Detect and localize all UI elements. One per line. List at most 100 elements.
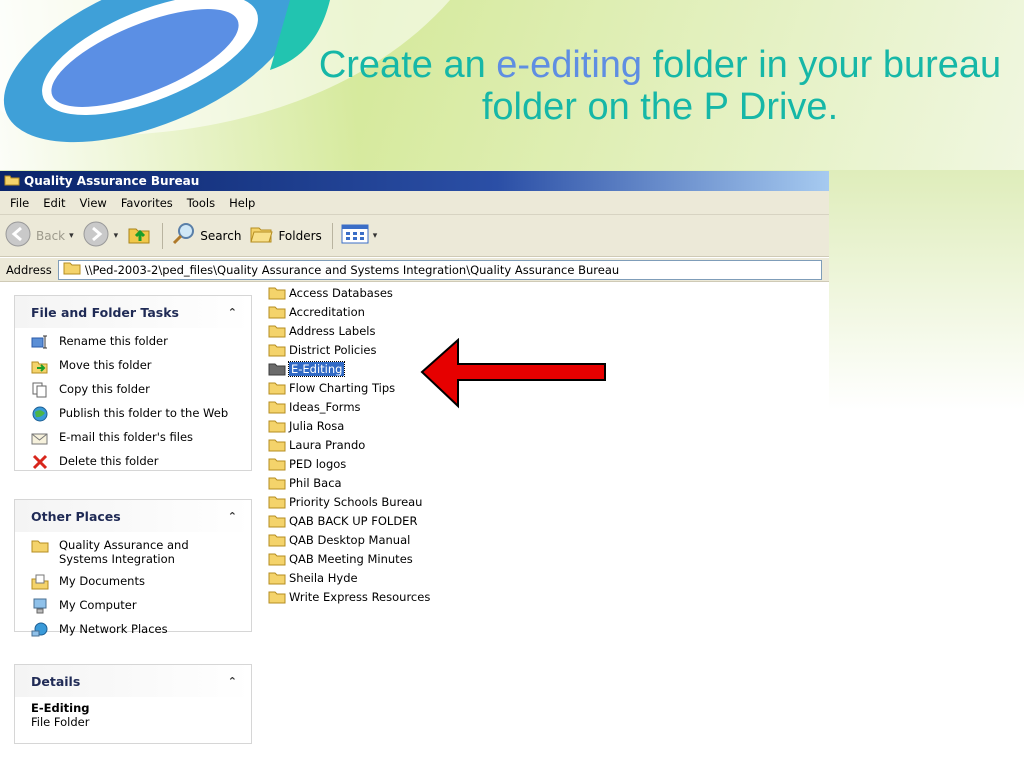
folder-icon [268, 533, 286, 547]
other-places-header[interactable]: Other Places ⌃ [15, 500, 251, 532]
place-my-documents[interactable]: My Documents [31, 574, 241, 590]
folders-button[interactable]: Folders [249, 222, 322, 249]
file-item[interactable]: Flow Charting Tips [268, 378, 395, 397]
file-name: Sheila Hyde [289, 570, 358, 585]
folder-icon [268, 438, 286, 452]
file-item[interactable]: Write Express Resources [268, 587, 430, 606]
file-item[interactable]: E-Editing [268, 359, 346, 378]
file-item[interactable]: QAB BACK UP FOLDER [268, 511, 417, 530]
back-arrow-icon [4, 220, 32, 251]
window-titlebar[interactable]: Quality Assurance Bureau [0, 171, 829, 191]
file-name: Priority Schools Bureau [289, 494, 423, 509]
folder-icon [268, 381, 286, 395]
place-label: My Computer [59, 598, 137, 612]
file-name: QAB Desktop Manual [289, 532, 411, 547]
panel-title: Other Places [31, 508, 121, 524]
task-publish-web[interactable]: Publish this folder to the Web [31, 406, 241, 422]
folder-icon [268, 400, 286, 414]
file-item[interactable]: QAB Meeting Minutes [268, 549, 413, 568]
panel-title: Details [31, 673, 81, 689]
place-my-computer[interactable]: My Computer [31, 598, 241, 614]
search-icon [171, 221, 197, 250]
menu-view[interactable]: View [80, 196, 107, 210]
folder-icon [268, 476, 286, 490]
slide-title-accent: e-editing [496, 44, 643, 86]
file-item[interactable]: Sheila Hyde [268, 568, 358, 587]
folder-icon [268, 419, 286, 433]
back-button[interactable]: Back ▾ [4, 220, 74, 251]
file-item[interactable]: Phil Baca [268, 473, 342, 492]
up-folder-icon [126, 221, 152, 250]
folder-icon [268, 324, 286, 338]
folders-label: Folders [278, 228, 322, 243]
task-label: Copy this folder [59, 382, 150, 396]
place-label: My Documents [59, 574, 145, 588]
views-dropdown-icon[interactable]: ▾ [373, 231, 378, 241]
email-icon [31, 430, 49, 446]
address-bar: Address \\Ped-2003-2\ped_files\Quality A… [0, 258, 829, 282]
menu-help[interactable]: Help [229, 196, 255, 210]
file-name: Ideas_Forms [289, 399, 361, 414]
task-delete-folder[interactable]: Delete this folder [31, 454, 241, 470]
menu-edit[interactable]: Edit [43, 196, 65, 210]
menu-tools[interactable]: Tools [187, 196, 215, 210]
file-item[interactable]: Priority Schools Bureau [268, 492, 422, 511]
menu-bar: File Edit View Favorites Tools Help [0, 191, 829, 215]
address-input[interactable]: \\Ped-2003-2\ped_files\Quality Assurance… [57, 259, 822, 280]
my-documents-icon [31, 574, 49, 590]
place-parent-folder[interactable]: Quality Assurance and Systems Integratio… [31, 538, 241, 566]
task-rename-folder[interactable]: Rename this folder [31, 334, 241, 350]
file-item[interactable]: Accreditation [268, 302, 365, 321]
slide-title-part1: Create an [318, 44, 497, 86]
file-name: Julia Rosa [289, 418, 345, 433]
file-name: PED logos [289, 456, 347, 471]
details-header[interactable]: Details ⌃ [15, 665, 251, 697]
address-label: Address [6, 262, 52, 277]
file-item[interactable]: Laura Prando [268, 435, 365, 454]
place-my-network[interactable]: My Network Places [31, 622, 241, 638]
collapse-chevron-icon[interactable]: ⌃ [228, 306, 237, 319]
slide-title: Create an e-editing folder in your burea… [300, 44, 1020, 128]
forward-button[interactable]: ▾ [82, 220, 119, 251]
window-title: Quality Assurance Bureau [24, 174, 200, 188]
file-name: Flow Charting Tips [289, 380, 396, 395]
views-button[interactable]: ▾ [341, 223, 378, 248]
file-item[interactable]: QAB Desktop Manual [268, 530, 410, 549]
file-item[interactable]: District Policies [268, 340, 377, 359]
my-computer-icon [31, 598, 49, 614]
collapse-chevron-icon[interactable]: ⌃ [228, 675, 237, 688]
task-copy-folder[interactable]: Copy this folder [31, 382, 241, 398]
file-item[interactable]: Julia Rosa [268, 416, 344, 435]
file-item[interactable]: Ideas_Forms [268, 397, 361, 416]
menu-file[interactable]: File [10, 196, 29, 210]
menu-favorites[interactable]: Favorites [121, 196, 173, 210]
other-places-panel: Other Places ⌃ Quality Assurance and Sys… [14, 499, 252, 637]
place-label: Quality Assurance and Systems Integratio… [59, 538, 189, 566]
move-icon [31, 358, 49, 374]
file-name: Laura Prando [289, 437, 366, 452]
task-move-folder[interactable]: Move this folder [31, 358, 241, 374]
address-path: \\Ped-2003-2\ped_files\Quality Assurance… [84, 262, 620, 277]
toolbar-separator [162, 222, 164, 249]
rename-icon [31, 334, 49, 350]
details-panel: Details ⌃ E-Editing File Folder [14, 664, 252, 744]
file-item[interactable]: PED logos [268, 454, 346, 473]
file-item[interactable]: Access Databases [268, 283, 393, 302]
task-label: E-mail this folder's files [59, 430, 194, 444]
task-email-files[interactable]: E-mail this folder's files [31, 430, 241, 446]
task-label: Rename this folder [59, 334, 168, 348]
publish-web-icon [31, 406, 49, 422]
folder-icon [268, 305, 286, 319]
file-folder-tasks-header[interactable]: File and Folder Tasks ⌃ [15, 296, 251, 328]
delete-icon [31, 454, 49, 470]
back-dropdown-icon[interactable]: ▾ [69, 231, 74, 241]
file-item[interactable]: Address Labels [268, 321, 375, 340]
search-button[interactable]: Search [171, 221, 241, 250]
forward-dropdown-icon[interactable]: ▾ [114, 231, 119, 241]
task-label: Publish this folder to the Web [59, 406, 229, 420]
red-arrow-annotation [420, 338, 606, 409]
folder-icon [31, 538, 49, 554]
up-folder-button[interactable] [126, 221, 152, 250]
collapse-chevron-icon[interactable]: ⌃ [228, 510, 237, 523]
file-name: Phil Baca [289, 475, 342, 490]
